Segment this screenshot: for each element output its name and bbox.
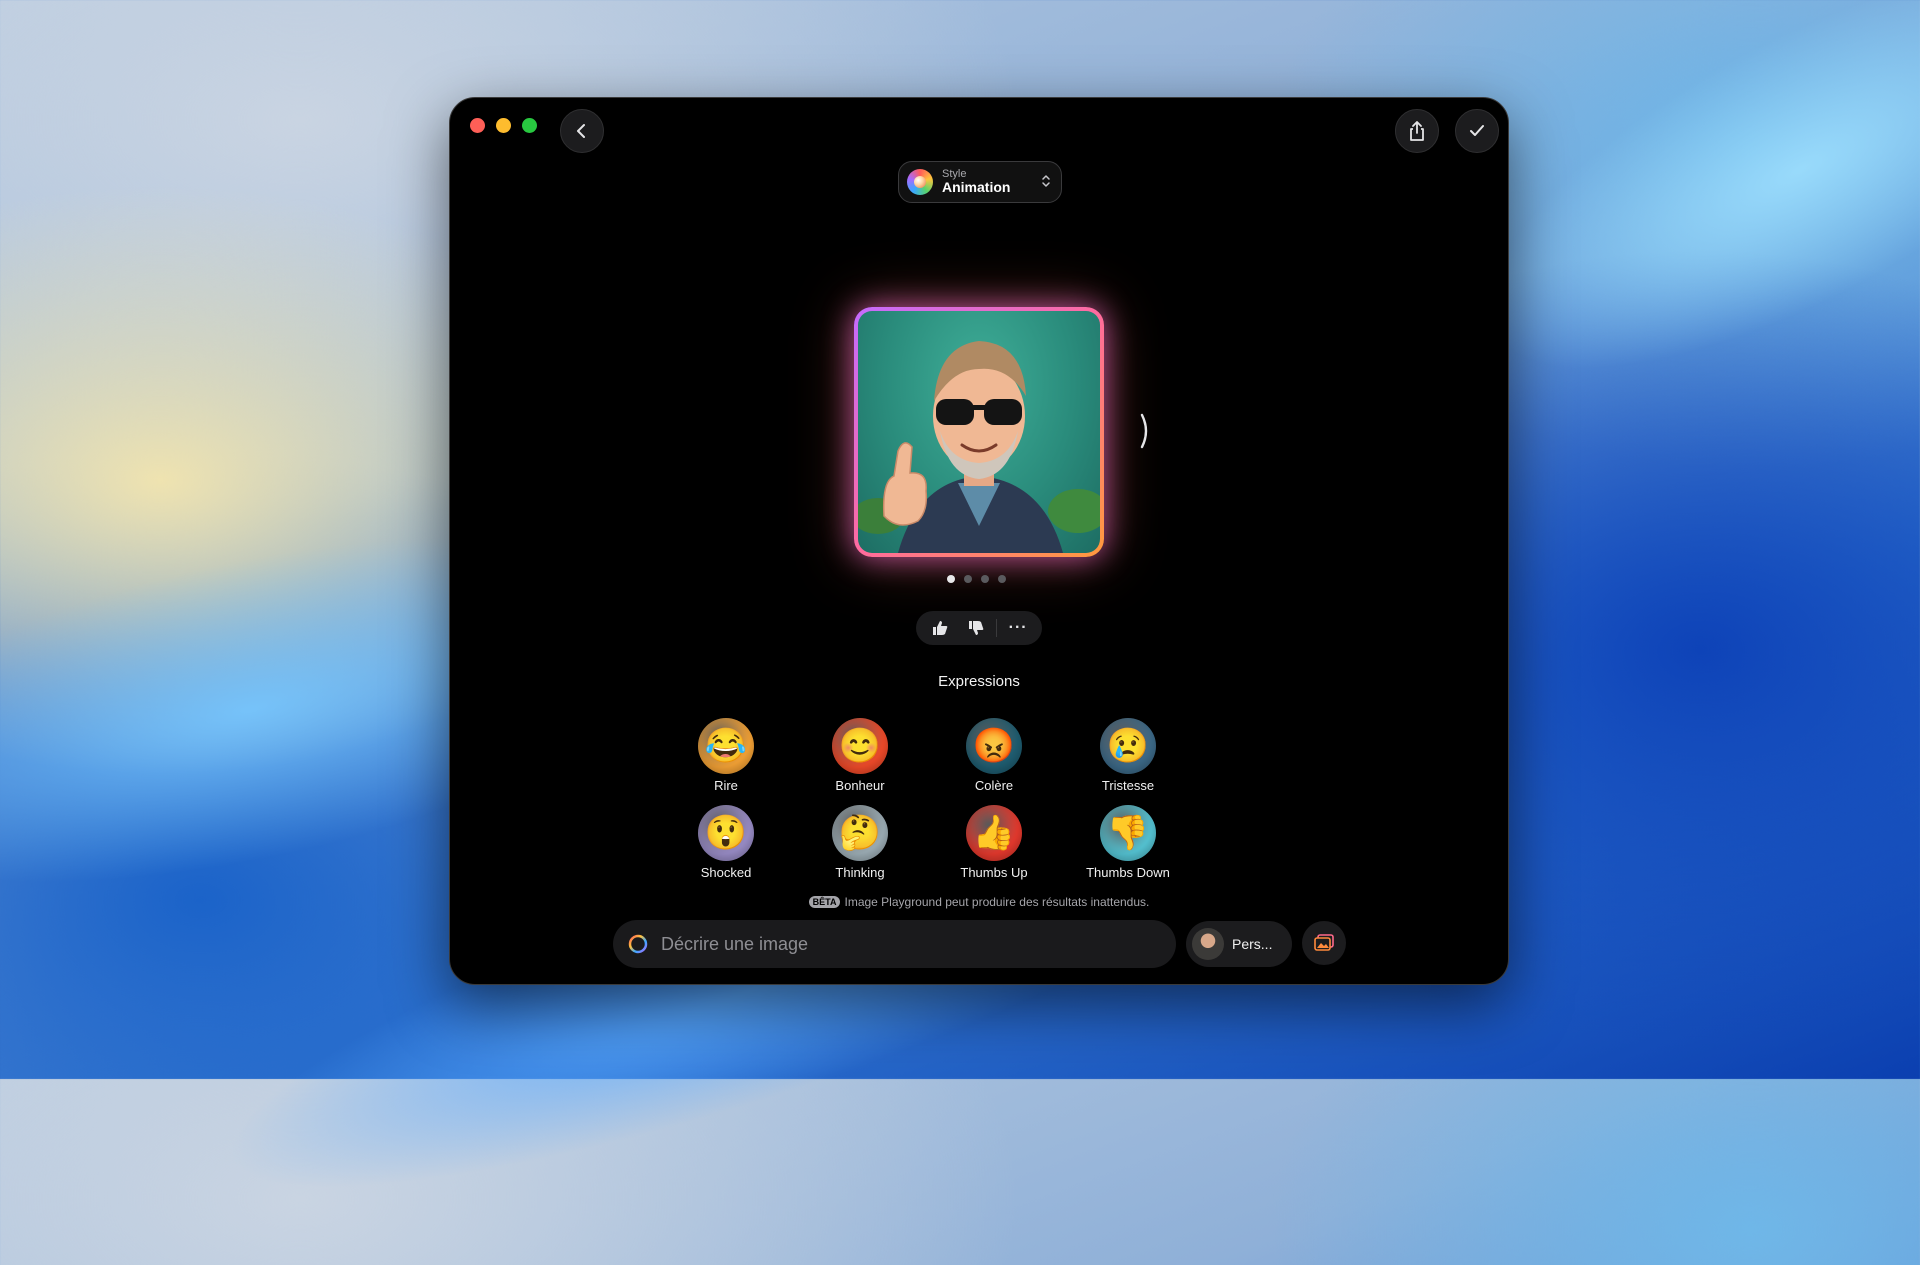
expression-emoji-icon[interactable]: 🤔 — [832, 805, 888, 861]
page-dot[interactable] — [981, 575, 989, 583]
prompt-input[interactable] — [659, 932, 1123, 956]
expression-emoji-icon[interactable]: 😢 — [1100, 718, 1156, 774]
expression-item[interactable]: 😡 Colère — [927, 718, 1061, 793]
disclaimer-text: Image Playground peut produire des résul… — [844, 895, 1150, 909]
expression-item[interactable]: 👍 Thumbs Up — [927, 805, 1061, 880]
expression-emoji-icon[interactable]: 😡 — [966, 718, 1022, 774]
generated-image-frame[interactable] — [854, 307, 1104, 557]
minimize-window-button[interactable] — [496, 118, 511, 133]
photos-button[interactable] — [1302, 921, 1346, 965]
expression-label: Thumbs Down — [1086, 865, 1170, 880]
feedback-bar: ··· — [916, 611, 1042, 645]
style-picker[interactable]: Style Animation — [898, 161, 1062, 203]
done-button[interactable] — [1455, 109, 1499, 153]
expression-item[interactable]: 😂 Rire — [659, 718, 793, 793]
expression-emoji-icon[interactable]: 😂 — [698, 718, 754, 774]
expression-item[interactable]: 😲 Shocked — [659, 805, 793, 880]
expression-label: Tristesse — [1101, 778, 1155, 793]
back-button[interactable] — [560, 109, 604, 153]
person-button[interactable]: Pers... — [1186, 921, 1292, 967]
image-playground-window: Style Animation ··· Expressions 😂 Rire 😊… — [449, 97, 1509, 985]
image-playground-icon — [628, 934, 648, 954]
page-dot[interactable] — [998, 575, 1006, 583]
prompt-field[interactable] — [613, 920, 1176, 968]
person-label: Pers... — [1232, 936, 1273, 952]
expression-emoji-icon[interactable]: 👎 — [1100, 805, 1156, 861]
chevron-left-icon — [577, 124, 585, 138]
page-indicator[interactable] — [947, 575, 1006, 583]
avatar — [1192, 928, 1224, 960]
expression-label: Shocked — [700, 865, 752, 880]
expression-emoji-icon[interactable]: 😲 — [698, 805, 754, 861]
expression-item[interactable]: 🤔 Thinking — [793, 805, 927, 880]
share-icon — [1410, 121, 1424, 141]
close-window-button[interactable] — [470, 118, 485, 133]
expression-label: Thinking — [835, 865, 885, 880]
style-orb-icon — [907, 169, 933, 195]
beta-disclaimer: BÊTA Image Playground peut produire des … — [450, 895, 1508, 909]
expression-emoji-icon[interactable]: 😊 — [832, 718, 888, 774]
expression-item[interactable]: 👎 Thumbs Down — [1061, 805, 1195, 880]
thumbs-up-icon — [932, 621, 948, 635]
thumbs-down-icon — [968, 621, 983, 635]
beta-badge: BÊTA — [808, 896, 841, 908]
checkmark-icon — [1470, 125, 1484, 136]
expression-label: Bonheur — [835, 778, 885, 793]
expression-label: Colère — [974, 778, 1014, 793]
thumbs-down-button[interactable] — [961, 613, 991, 643]
more-options-button[interactable]: ··· — [1003, 613, 1033, 643]
expressions-title: Expressions — [938, 673, 1020, 690]
thumbs-up-button[interactable] — [925, 613, 955, 643]
share-button[interactable] — [1395, 109, 1439, 153]
expression-label: Rire — [714, 778, 738, 793]
expression-item[interactable]: 😊 Bonheur — [793, 718, 927, 793]
zoom-window-button[interactable] — [522, 118, 537, 133]
expression-item[interactable]: 😢 Tristesse — [1061, 718, 1195, 793]
chevron-right-icon[interactable] — [1138, 411, 1154, 451]
page-dot[interactable] — [964, 575, 972, 583]
style-value: Animation — [942, 179, 1011, 196]
window-controls — [470, 118, 537, 133]
ellipsis-icon: ··· — [1008, 619, 1028, 636]
expression-label: Thumbs Up — [960, 865, 1028, 880]
generated-image[interactable] — [858, 311, 1100, 553]
avatar-illustration — [858, 341, 1100, 553]
divider — [996, 619, 998, 637]
expression-emoji-icon[interactable]: 👍 — [966, 805, 1022, 861]
photo-library-icon — [1314, 934, 1334, 951]
expressions-grid: 😂 Rire 😊 Bonheur 😡 Colère 😢 Tristesse 😲 Shocked 🤔 T… — [659, 718, 1195, 880]
page-dot[interactable] — [947, 575, 955, 583]
chevron-up-down-icon — [1042, 175, 1050, 187]
